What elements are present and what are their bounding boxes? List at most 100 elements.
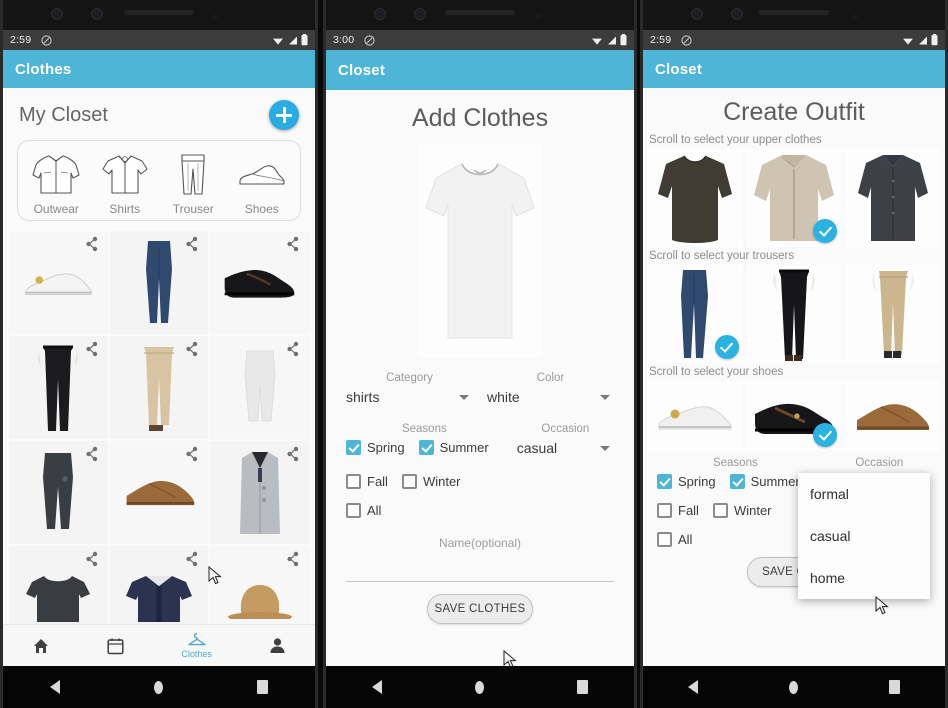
nav-clothes-label: Clothes	[181, 649, 212, 659]
led-indicator	[853, 14, 858, 19]
checkbox-fall[interactable]	[346, 474, 361, 489]
earpiece-speaker	[124, 10, 194, 15]
checkbox-winter[interactable]	[712, 503, 728, 518]
calendar-icon	[107, 637, 124, 655]
home-icon[interactable]	[474, 680, 484, 694]
clothes-item-beige-chino[interactable]	[109, 336, 209, 439]
clothes-item-white-sneaker[interactable]	[9, 231, 108, 334]
color-select[interactable]: white	[487, 389, 614, 407]
category-outwear[interactable]: Outwear	[22, 148, 90, 216]
recents-icon[interactable]	[888, 680, 900, 694]
outfit-item-charcoal-dress-shirt[interactable]	[845, 149, 940, 247]
battery-icon	[620, 34, 627, 46]
checkbox-summer[interactable]	[729, 474, 745, 489]
category-field[interactable]: Category shirts	[346, 372, 473, 407]
nav-profile[interactable]	[269, 637, 286, 655]
item-options-icon[interactable]	[287, 341, 301, 357]
occasion-value: casual	[516, 440, 558, 456]
shirt-icon	[100, 148, 150, 200]
recents-icon[interactable]	[576, 680, 588, 694]
nav-clothes[interactable]: Clothes	[181, 632, 212, 659]
item-options-icon[interactable]	[86, 446, 100, 462]
clothes-item-blue-jeans[interactable]	[109, 231, 209, 334]
clothes-thumbnail	[121, 239, 198, 326]
nav-calendar[interactable]	[107, 637, 124, 655]
app-bar: Closet	[643, 50, 945, 88]
back-icon[interactable]	[50, 680, 60, 694]
clothes-item-white-sweatpant[interactable]	[210, 336, 309, 439]
checkbox-winter-label: Winter	[422, 474, 461, 489]
back-icon[interactable]	[372, 680, 383, 694]
name-input[interactable]	[346, 556, 614, 582]
checkbox-all-label: All	[678, 532, 693, 547]
occasion-dropdown-menu[interactable]: formal casual home	[798, 473, 930, 599]
item-options-icon[interactable]	[287, 236, 301, 252]
outfit-item-black-loafer[interactable]	[746, 381, 842, 451]
save-clothes-button[interactable]: SAVE CLOTHES	[427, 594, 533, 624]
item-options-icon[interactable]	[186, 236, 200, 252]
back-icon[interactable]	[688, 680, 699, 694]
status-time: 2:59	[650, 34, 672, 46]
outfit-item-blue-trouser[interactable]	[648, 265, 743, 363]
clothes-thumbnail	[121, 449, 198, 536]
android-navigation-bar	[3, 666, 315, 708]
checkbox-all[interactable]	[657, 532, 672, 547]
outfit-form: Seasons Spring Summer Fall Winter All Oc…	[643, 451, 945, 599]
selected-check-icon	[714, 335, 739, 359]
checkbox-fall[interactable]	[657, 503, 672, 518]
item-options-icon[interactable]	[186, 341, 200, 357]
outfit-item-white-sneaker[interactable]	[648, 381, 743, 451]
occasion-select[interactable]: casual	[517, 440, 614, 458]
clothes-item-grey-coat[interactable]	[210, 441, 309, 544]
item-options-icon[interactable]	[186, 446, 200, 462]
recents-icon[interactable]	[257, 680, 268, 694]
outfit-item-beige-overshirt[interactable]	[746, 149, 842, 247]
clothes-image-preview[interactable]	[419, 143, 541, 358]
clothes-item-brown-brogue[interactable]	[109, 441, 209, 544]
add-clothes-fab[interactable]	[269, 100, 299, 130]
home-icon[interactable]	[154, 680, 163, 694]
category-shirts[interactable]: Shirts	[91, 148, 159, 216]
app-bar-title: Closet	[655, 60, 703, 78]
category-trouser[interactable]: Trouser	[159, 148, 227, 216]
clothes-item-black-loafer[interactable]	[210, 231, 309, 334]
checkbox-all-label: All	[367, 503, 382, 518]
occasion-option-formal[interactable]: formal	[798, 473, 930, 515]
checkbox-spring[interactable]	[657, 474, 672, 489]
category-shoes[interactable]: Shoes	[228, 148, 296, 216]
occasion-field[interactable]: Occasion casual	[517, 423, 614, 458]
item-options-icon[interactable]	[287, 551, 301, 567]
clothes-item-black-trouser[interactable]	[9, 336, 108, 439]
checkbox-all[interactable]	[346, 503, 361, 518]
checkbox-winter[interactable]	[401, 474, 417, 489]
category-label: Outwear	[33, 202, 79, 216]
category-label: Trouser	[172, 202, 214, 216]
checkbox-summer[interactable]	[418, 440, 434, 455]
item-options-icon[interactable]	[86, 551, 100, 567]
occasion-option-casual[interactable]: casual	[798, 515, 930, 557]
outfit-item-dark-olive-longsleeve[interactable]	[648, 149, 743, 247]
item-options-icon[interactable]	[287, 446, 301, 462]
clothes-thumbnail	[121, 344, 198, 431]
item-options-icon[interactable]	[86, 236, 100, 252]
occasion-option-home[interactable]: home	[798, 557, 930, 599]
clothes-thumbnail	[221, 344, 298, 431]
outfit-item-brown-brogue[interactable]	[845, 381, 940, 451]
color-field[interactable]: Color white	[487, 372, 614, 407]
page-title: Add Clothes	[411, 104, 549, 132]
name-field[interactable]: Name(optional)	[346, 536, 614, 582]
clothes-item-grey-jogger[interactable]	[9, 441, 108, 544]
outfit-item-black-trouser[interactable]	[746, 265, 842, 363]
battery-icon	[931, 34, 938, 46]
category-label: Shirts	[109, 202, 141, 216]
item-options-icon[interactable]	[186, 551, 200, 567]
mouse-cursor	[875, 596, 890, 616]
checkbox-spring[interactable]	[346, 440, 361, 455]
home-icon[interactable]	[788, 680, 798, 694]
item-options-icon[interactable]	[86, 341, 100, 357]
outfit-item-khaki-trouser[interactable]	[845, 265, 940, 363]
trousers-row	[643, 265, 945, 363]
nav-home[interactable]	[32, 637, 50, 655]
phone-bezel-top	[3, 0, 315, 30]
category-select[interactable]: shirts	[346, 389, 473, 407]
